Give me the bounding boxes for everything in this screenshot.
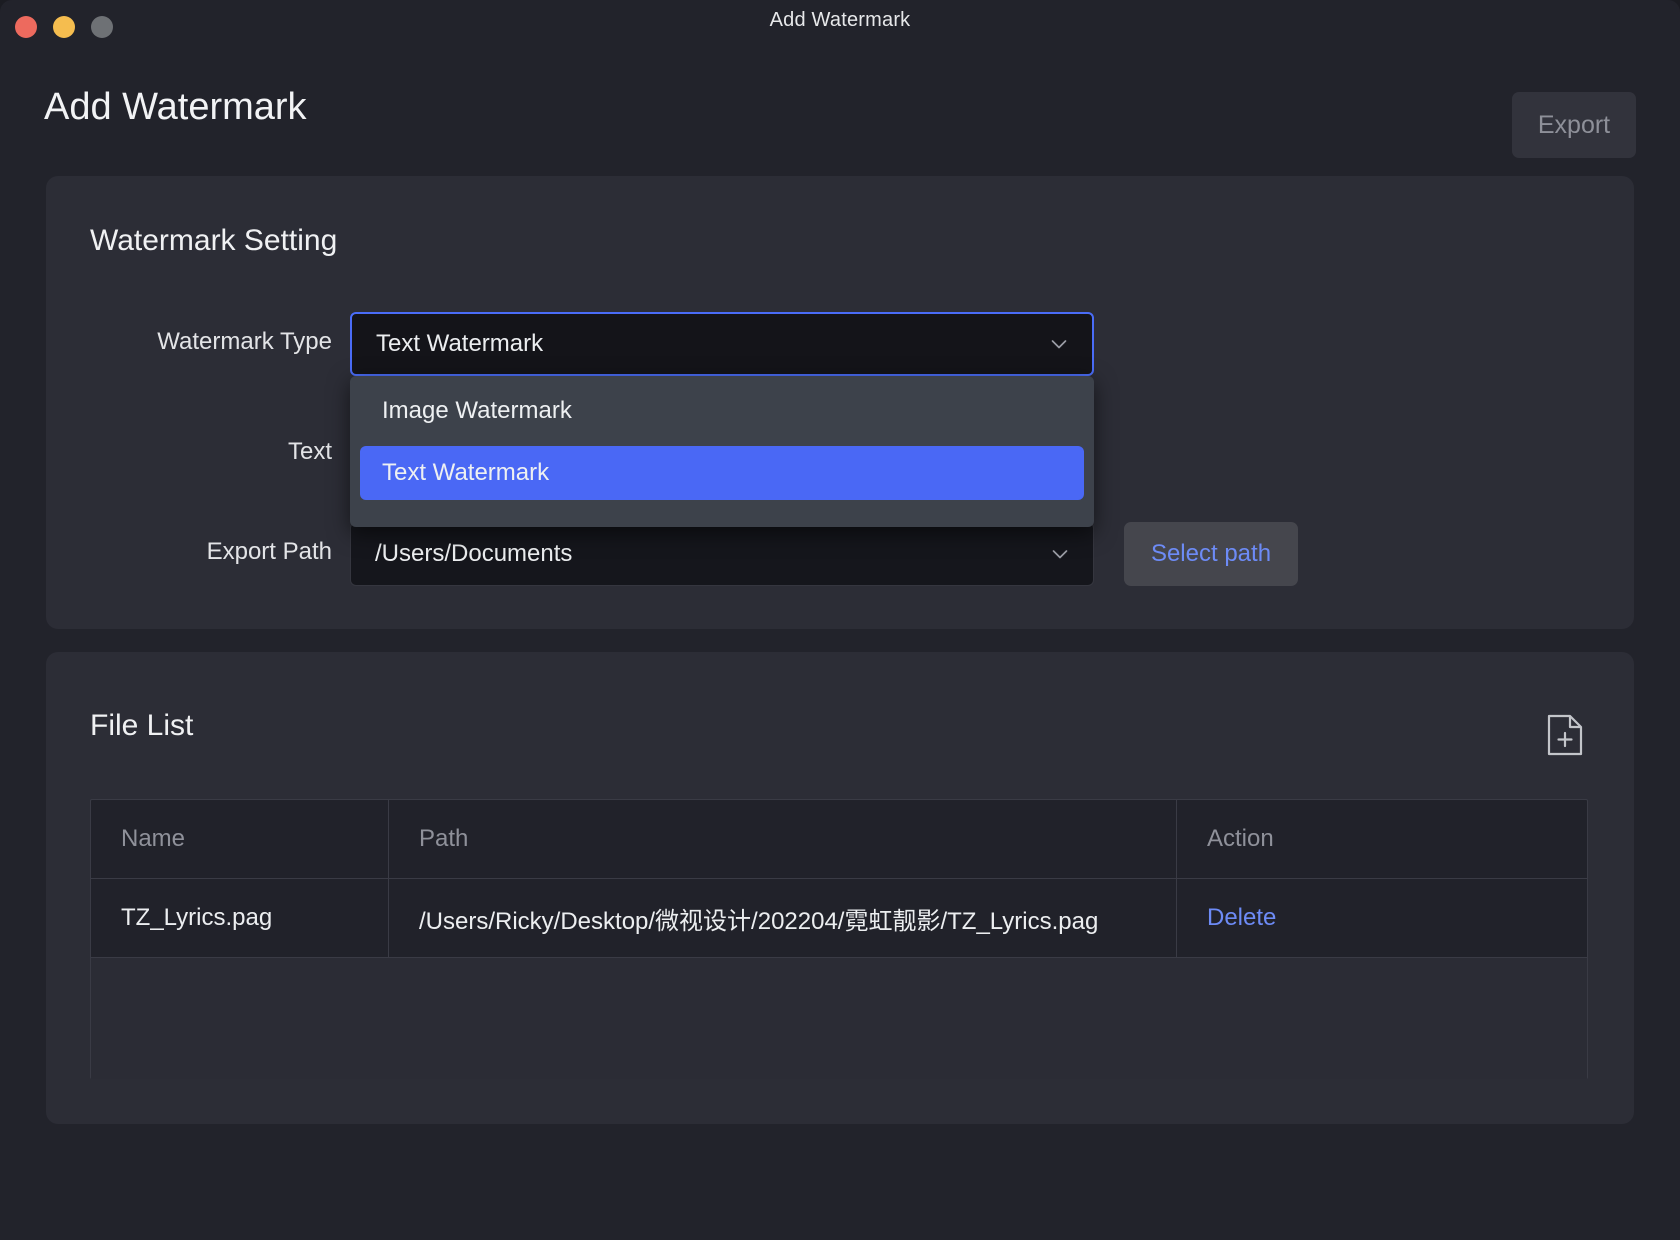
column-header-name: Name <box>91 800 389 878</box>
watermark-setting-card: Watermark Setting Watermark Type Text Wa… <box>46 176 1634 629</box>
dropdown-option-text-watermark[interactable]: Text Watermark <box>360 446 1084 500</box>
window-title: Add Watermark <box>769 9 911 31</box>
export-button[interactable]: Export <box>1512 92 1636 158</box>
watermark-type-dropdown-menu[interactable]: Image Watermark Text Watermark <box>350 376 1094 527</box>
export-path-row: Export Path /Users/Documents Select path <box>46 522 1634 586</box>
app-window: Add Watermark Add Watermark Export Water… <box>0 0 1680 1240</box>
dropdown-option-label: Image Watermark <box>382 397 572 424</box>
file-table-empty-area <box>91 958 1587 1079</box>
file-table-header: Name Path Action <box>91 800 1587 879</box>
export-path-value: /Users/Documents <box>375 540 573 567</box>
watermark-text-label: Text <box>287 438 332 465</box>
watermark-type-row: Watermark Type Text Watermark <box>46 312 1634 376</box>
watermark-type-value: Text Watermark <box>376 330 544 357</box>
add-file-icon[interactable] <box>1535 705 1595 765</box>
watermark-setting-title: Watermark Setting <box>90 224 338 257</box>
dropdown-option-label: Text Watermark <box>382 459 550 486</box>
export-path-label: Export Path <box>206 538 332 565</box>
file-action-cell: Delete <box>1177 879 1587 957</box>
file-list-card: File List Name Path Action TZ_Lyrics.pag… <box>46 652 1634 1124</box>
delete-file-button[interactable]: Delete <box>1207 904 1276 932</box>
page-header: Add Watermark Export <box>0 56 1680 178</box>
file-name-cell: TZ_Lyrics.pag <box>91 879 389 957</box>
column-header-action: Action <box>1207 825 1274 852</box>
chevron-down-icon <box>1048 333 1070 355</box>
file-table: Name Path Action TZ_Lyrics.pag /Users/Ri… <box>90 799 1588 1079</box>
page-title: Add Watermark <box>44 86 307 128</box>
title-bar: Add Watermark <box>0 0 1680 56</box>
watermark-type-select[interactable]: Text Watermark <box>350 312 1094 376</box>
table-row[interactable]: TZ_Lyrics.pag /Users/Ricky/Desktop/微视设计/… <box>91 879 1587 958</box>
dropdown-option-image-watermark[interactable]: Image Watermark <box>360 384 1084 438</box>
file-path-cell: /Users/Ricky/Desktop/微视设计/202204/霓虹靓影/TZ… <box>389 879 1177 957</box>
file-list-title: File List <box>90 709 194 742</box>
column-header-path: Path <box>389 800 1177 878</box>
select-path-button[interactable]: Select path <box>1124 522 1298 586</box>
chevron-down-icon <box>1049 543 1071 565</box>
export-path-select[interactable]: /Users/Documents <box>350 522 1094 586</box>
watermark-type-label: Watermark Type <box>157 328 332 355</box>
